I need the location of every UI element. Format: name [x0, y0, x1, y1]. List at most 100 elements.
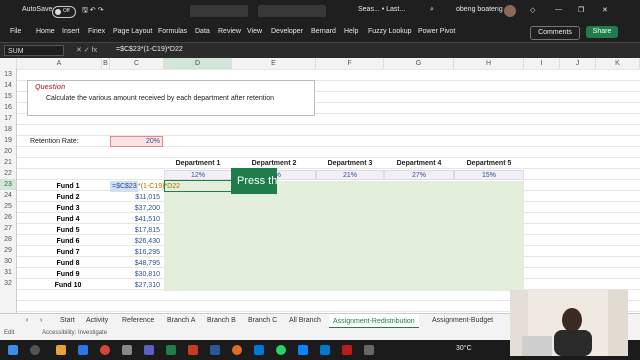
save-icon[interactable]: 🖫 ↶ ↷	[82, 6, 104, 17]
tab-file[interactable]: File	[10, 28, 21, 35]
row-header[interactable]: 23	[0, 179, 16, 190]
teams-icon[interactable]	[144, 345, 154, 355]
tab-formulas[interactable]: Formulas	[158, 28, 187, 35]
tab-power-pivot[interactable]: Power Pivot	[418, 28, 455, 35]
settings-icon[interactable]	[122, 345, 132, 355]
accessibility-status[interactable]: Accessibility: Investigate	[42, 330, 107, 336]
formula-input[interactable]: =$C$23*(1-C19)*D22	[116, 46, 183, 53]
col-header-e[interactable]: E	[232, 58, 316, 69]
col-header-b[interactable]: B	[102, 58, 110, 69]
edge-icon[interactable]	[78, 345, 88, 355]
tab-help[interactable]: Help	[344, 28, 358, 35]
col-header-h[interactable]: H	[454, 58, 524, 69]
search-box[interactable]	[258, 5, 326, 17]
fund-amount[interactable]: $48,795	[110, 258, 162, 269]
fund-label[interactable]: Fund 10	[28, 280, 108, 291]
tab-fuzzy-lookup[interactable]: Fuzzy Lookup	[368, 28, 412, 35]
fund-amount[interactable]: $30,810	[110, 269, 162, 280]
fund-label[interactable]: Fund 3	[28, 203, 108, 214]
sheet-tab-start[interactable]: Start	[60, 317, 75, 324]
powerpoint-icon[interactable]	[188, 345, 198, 355]
dept-5-header[interactable]: Department 5	[454, 159, 524, 169]
word-icon[interactable]	[210, 345, 220, 355]
dept-4-pct[interactable]: 27%	[384, 170, 454, 180]
tab-scroll-right-icon[interactable]: ›	[40, 317, 42, 324]
col-header-k[interactable]: K	[596, 58, 640, 69]
tab-review[interactable]: Review	[218, 28, 241, 35]
minimize-icon[interactable]: —	[555, 6, 562, 13]
fund-label[interactable]: Fund 5	[28, 225, 108, 236]
sheet-tab-reference[interactable]: Reference	[122, 317, 154, 324]
row-header[interactable]: 16	[0, 102, 16, 113]
quick-access-box[interactable]	[190, 5, 248, 17]
sheet-tab-activity[interactable]: Activity	[86, 317, 108, 324]
row-header[interactable]: 26	[0, 212, 16, 223]
acrobat-icon[interactable]	[342, 345, 352, 355]
row-header[interactable]: 31	[0, 267, 16, 278]
fund-label[interactable]: Fund 2	[28, 192, 108, 203]
dept-3-pct[interactable]: 21%	[316, 170, 384, 180]
row-header[interactable]: 18	[0, 124, 16, 135]
sheet-tab-all-branch[interactable]: All Branch	[289, 317, 321, 324]
share-button[interactable]: Share	[586, 26, 618, 38]
col-header-j[interactable]: J	[560, 58, 596, 69]
sheet-tab-assignment-redistribution[interactable]: Assignment-Redistribution	[329, 314, 419, 329]
fund-label[interactable]: Fund 4	[28, 214, 108, 225]
sheet-tab-assignment-budget[interactable]: Assignment-Budget	[432, 317, 493, 324]
outlook-icon[interactable]	[254, 345, 264, 355]
fund-label[interactable]: Fund 1	[28, 181, 108, 192]
whatsapp-icon[interactable]	[276, 345, 286, 355]
fund-amount[interactable]: $41,510	[110, 214, 162, 225]
fund-label[interactable]: Fund 9	[28, 269, 108, 280]
tab-view[interactable]: View	[247, 28, 262, 35]
restore-icon[interactable]: ❐	[578, 6, 584, 14]
tab-developer[interactable]: Developer	[271, 28, 303, 35]
search-icon[interactable]	[30, 345, 40, 355]
fund-amount[interactable]: $17,815	[110, 225, 162, 236]
fund-amount[interactable]: $37,200	[110, 203, 162, 214]
chrome-icon[interactable]	[100, 345, 110, 355]
col-header-g[interactable]: G	[384, 58, 454, 69]
fund-1-amount[interactable]: =$C$23	[110, 181, 138, 192]
editing-formula-tail[interactable]: *(1-C19)*D22	[138, 183, 180, 190]
col-header-c[interactable]: C	[110, 58, 164, 69]
col-header-i[interactable]: I	[524, 58, 560, 69]
windows-start-icon[interactable]	[8, 345, 18, 355]
dept-5-pct[interactable]: 15%	[454, 170, 524, 180]
dept-1-pct[interactable]: 12%	[164, 170, 232, 180]
firefox-icon[interactable]	[232, 345, 242, 355]
fund-label[interactable]: Fund 6	[28, 236, 108, 247]
row-header[interactable]: 24	[0, 190, 16, 201]
row-header[interactable]: 13	[0, 69, 16, 80]
tab-page-layout[interactable]: Page Layout	[113, 28, 152, 35]
tab-data[interactable]: Data	[195, 28, 210, 35]
fund-label[interactable]: Fund 8	[28, 258, 108, 269]
sheet-tab-branch-b[interactable]: Branch B	[207, 317, 236, 324]
zoom-icon[interactable]	[298, 345, 308, 355]
close-icon[interactable]: ✕	[602, 6, 608, 14]
formula-icons[interactable]: ✕ ✓ fx	[76, 46, 97, 54]
diamond-icon[interactable]: ◇	[530, 6, 535, 14]
results-area[interactable]	[164, 181, 524, 291]
tab-home[interactable]: Home	[36, 28, 55, 35]
tab-bernard[interactable]: Bernard	[311, 28, 336, 35]
document-title[interactable]: Seas... • Last...	[358, 6, 405, 13]
dept-4-header[interactable]: Department 4	[384, 159, 454, 169]
fund-label[interactable]: Fund 7	[28, 247, 108, 258]
avatar[interactable]	[504, 5, 516, 17]
file-explorer-icon[interactable]	[56, 345, 66, 355]
select-all-corner[interactable]	[0, 58, 17, 69]
row-header[interactable]: 27	[0, 223, 16, 234]
fund-amount[interactable]: $11,015	[110, 192, 162, 203]
row-header[interactable]: 32	[0, 278, 16, 289]
sheet-tab-branch-a[interactable]: Branch A	[167, 317, 195, 324]
row-header[interactable]: 25	[0, 201, 16, 212]
row-header[interactable]: 14	[0, 80, 16, 91]
dept-1-header[interactable]: Department 1	[164, 159, 232, 169]
tab-insert[interactable]: Insert	[62, 28, 80, 35]
search-icon[interactable]: ⌕	[430, 6, 434, 14]
comments-button[interactable]: Comments	[530, 26, 580, 40]
app-icon[interactable]	[364, 345, 374, 355]
weather-temp[interactable]: 30°C	[456, 345, 472, 352]
col-header-a[interactable]: A	[17, 58, 102, 69]
